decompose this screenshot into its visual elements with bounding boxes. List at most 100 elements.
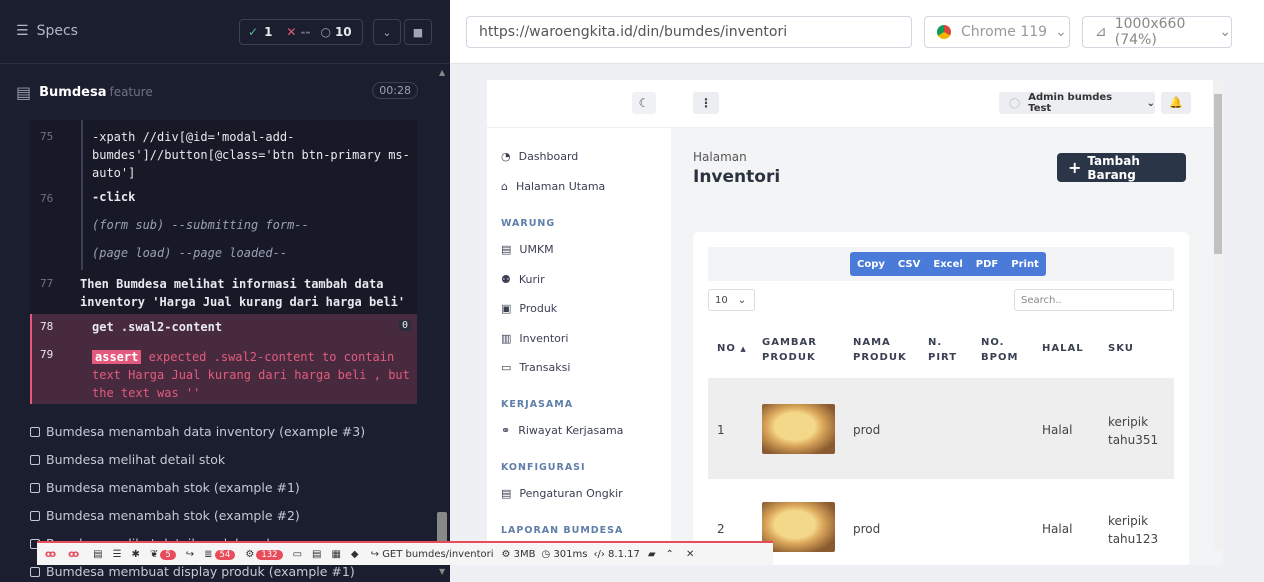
checkbox-icon: [30, 426, 40, 437]
spec-name: Bumdesa: [39, 84, 107, 100]
sidebar-item-dashboard[interactable]: ◔ Dashboard: [501, 150, 578, 163]
close-icon[interactable]: ✕: [686, 549, 694, 560]
share-icon[interactable]: ↪: [186, 549, 194, 560]
add-item-button[interactable]: + Tambah Barang: [1057, 153, 1186, 182]
nav-group-label: LAPORAN BUMDESA: [501, 525, 624, 536]
nav-group-label: KONFIGURASI: [501, 462, 586, 473]
laravel-icon[interactable]: ꝏ: [68, 549, 79, 560]
copy-button[interactable]: Copy: [857, 259, 885, 270]
database-icon[interactable]: ≣ 54: [204, 549, 236, 560]
runner-scrollbar[interactable]: ▲ ▼: [434, 64, 450, 582]
stop-button[interactable]: ■: [404, 19, 432, 45]
sidebar-item-inventori[interactable]: ▥ Inventori: [501, 332, 569, 345]
column-header[interactable]: HALAL: [1042, 341, 1084, 356]
assert-row[interactable]: assert expected .swal2-content to contai…: [92, 348, 412, 402]
nav-group-label: KERJASAMA: [501, 399, 574, 410]
timeline-icon[interactable]: ☰: [113, 549, 122, 560]
test-item[interactable]: Bumdesa menambah stok (example #2): [30, 508, 300, 523]
people-icon: ⚉: [501, 273, 511, 286]
moon-icon[interactable]: ☾: [632, 92, 656, 114]
inbox-icon[interactable]: ▭: [293, 549, 302, 560]
specs-button[interactable]: ☰ Specs: [16, 23, 78, 39]
sidebar: ☾ ◔ Dashboard ⌂ Halaman Utama WARUNG ▤ UMKM…: [487, 80, 671, 550]
pdf-button[interactable]: PDF: [976, 259, 998, 270]
command-row[interactable]: -click: [92, 190, 135, 204]
browser-selector[interactable]: Chrome 119 ⌄: [924, 16, 1070, 48]
home-icon: ⌂: [501, 180, 508, 193]
sidebar-item-riwayat[interactable]: ⚭ Riwayat Kerjasama: [501, 424, 623, 437]
page-size-select[interactable]: 10 ⌄: [708, 289, 755, 311]
command-row[interactable]: (page load) --page loaded--: [92, 246, 287, 260]
viewport-selector[interactable]: ⊿ 1000x660 (74%) ⌄: [1082, 16, 1232, 48]
column-header[interactable]: NO ▲: [717, 341, 747, 357]
php-version: ‹/› 8.1.17: [593, 548, 640, 560]
bug-icon[interactable]: ✱: [132, 549, 140, 560]
excel-button[interactable]: Excel: [933, 259, 962, 270]
line-number: 77: [40, 277, 54, 290]
checkbox-icon: [30, 482, 40, 493]
test-runner-panel: ☰ Specs ✓ 1 ✕ -- ○ 10 ⌄ ■ ▤ Bumdesa feature…: [0, 0, 450, 582]
cash-icon: ▭: [501, 361, 512, 374]
test-item[interactable]: Bumdesa menambah data inventory (example…: [30, 424, 365, 439]
command-row[interactable]: -xpath //div[@id='modal-add-bumdes']//bu…: [92, 128, 410, 182]
leaf-icon[interactable]: ❦ 5: [150, 549, 176, 560]
scroll-thumb[interactable]: [1214, 94, 1222, 254]
sidebar-item-umkm[interactable]: ▤ UMKM: [501, 243, 554, 256]
memory-info[interactable]: ⚙ 3MB: [502, 549, 536, 560]
sidebar-item-transaksi[interactable]: ▭ Transaksi: [501, 361, 570, 374]
print-button[interactable]: Print: [1011, 259, 1039, 270]
chevron-down-icon: ⌄: [1146, 97, 1155, 109]
chevron-down-icon[interactable]: ⌄: [373, 19, 401, 45]
page-title: Inventori: [693, 167, 781, 187]
sidebar-item-kurir[interactable]: ⚉ Kurir: [501, 273, 545, 286]
messages-icon[interactable]: ▤: [93, 549, 102, 560]
app-scrollbar[interactable]: [1213, 80, 1223, 550]
folder-icon[interactable]: ▰: [648, 549, 656, 560]
table-icon[interactable]: ▤: [312, 549, 321, 560]
user-menu[interactable]: ◯ Admin bumdes Test ⌄: [999, 92, 1155, 114]
laravel-icon[interactable]: ꝏ: [45, 549, 56, 560]
search-input[interactable]: Search..: [1014, 289, 1174, 311]
sidebar-item-home[interactable]: ⌂ Halaman Utama: [501, 180, 605, 193]
test-item[interactable]: Bumdesa menambah stok (example #1): [30, 480, 300, 495]
spec-type: feature: [109, 85, 153, 99]
indent-line: [81, 120, 83, 270]
passed-icon: ✓: [248, 25, 259, 39]
breadcrumb: Halaman: [693, 150, 747, 164]
line-number: 78: [40, 320, 54, 333]
chevron-up-icon[interactable]: ⌃: [666, 549, 674, 560]
browser-toolbar: https://waroengkita.id/din/bumdes/invent…: [450, 0, 1264, 64]
command-row[interactable]: get .swal2-content: [92, 320, 222, 334]
checkbox-icon: [30, 454, 40, 465]
cell-no: 1: [717, 423, 725, 437]
test-item[interactable]: Bumdesa membuat display produk (example …: [30, 564, 355, 579]
cogs-icon[interactable]: ⚙ 132: [245, 549, 283, 560]
tag-icon[interactable]: ◆: [351, 549, 359, 560]
scroll-down-icon[interactable]: ▼: [439, 567, 445, 576]
scroll-up-icon[interactable]: ▲: [439, 68, 445, 77]
checkbox-icon: [30, 510, 40, 521]
app-frame: ☾ ◔ Dashboard ⌂ Halaman Utama WARUNG ▤ UMKM…: [487, 80, 1223, 565]
then-step[interactable]: Then Bumdesa melihat informasi tambah da…: [80, 275, 410, 311]
cell-name: prod: [853, 423, 881, 437]
column-header[interactable]: GAMBAR PRODUK: [762, 335, 832, 365]
cell-name: prod: [853, 522, 881, 536]
archive-icon[interactable]: ▦: [331, 549, 340, 560]
duration-badge: 00:28: [372, 82, 418, 99]
column-header[interactable]: SKU: [1108, 341, 1134, 356]
url-bar[interactable]: https://waroengkita.id/din/bumdes/invent…: [466, 16, 912, 48]
sidebar-item-produk[interactable]: ▣ Produk: [501, 302, 557, 315]
column-header[interactable]: NO. BPOM: [981, 335, 1021, 365]
more-icon[interactable]: ⋮: [693, 92, 719, 114]
test-item[interactable]: Bumdesa melihat detail stok: [30, 452, 225, 467]
time-info[interactable]: ◷ 301ms: [542, 549, 588, 560]
route-info[interactable]: ↪ GET bumdes/inventori: [371, 549, 494, 560]
export-buttons: Copy CSV Excel PDF Print: [850, 252, 1046, 276]
csv-button[interactable]: CSV: [898, 259, 920, 270]
sidebar-item-ongkir[interactable]: ▤ Pengaturan Ongkir: [501, 487, 623, 500]
command-row[interactable]: (form sub) --submitting form--: [92, 218, 309, 232]
column-header[interactable]: N. PIRT: [928, 335, 968, 365]
bell-icon[interactable]: 🔔: [1161, 92, 1191, 114]
column-header[interactable]: NAMA PRODUK: [853, 335, 913, 365]
element-count: 0: [399, 320, 412, 331]
